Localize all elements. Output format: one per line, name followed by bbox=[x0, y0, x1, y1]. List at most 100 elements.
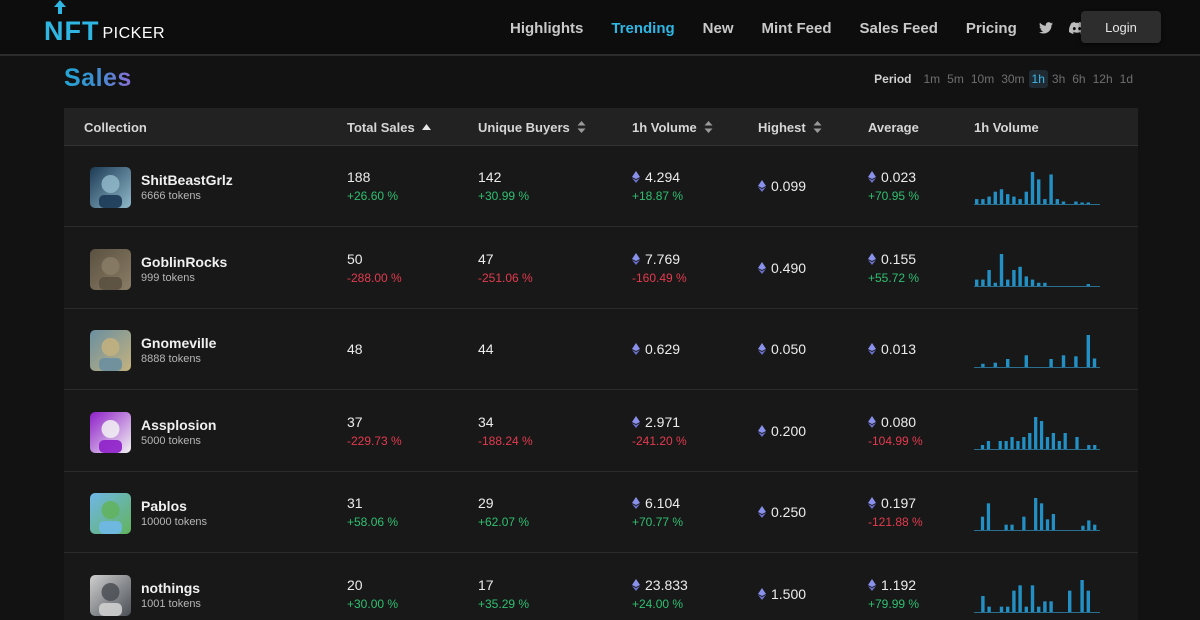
volume-value: 6.104 bbox=[632, 495, 683, 511]
cell-average: 0.013 bbox=[868, 341, 916, 357]
table-row[interactable]: GoblinRocks 999 tokens 50 -288.00 % 47 -251.0… bbox=[64, 228, 1138, 309]
collection-name[interactable]: Gnomeville bbox=[141, 335, 216, 351]
sparkline-bar bbox=[1030, 584, 1035, 612]
collection-info[interactable]: Gnomeville 8888 tokens bbox=[141, 335, 216, 365]
period-6h[interactable]: 6h bbox=[1069, 70, 1088, 88]
sparkline-bar bbox=[1037, 179, 1041, 204]
cell-sales: 188 +26.60 % bbox=[347, 169, 398, 203]
nav-trending[interactable]: Trending bbox=[597, 20, 688, 37]
collection-avatar[interactable] bbox=[90, 167, 131, 208]
sparkline-bar bbox=[1075, 436, 1079, 449]
collection-info[interactable]: nothings 1001 tokens bbox=[141, 580, 201, 610]
buyers-value: 44 bbox=[478, 341, 494, 357]
average-value: 0.080 bbox=[868, 414, 923, 430]
sort-toggle-icon[interactable] bbox=[813, 121, 822, 133]
sparkline-bar bbox=[981, 363, 985, 367]
volume-sparkline bbox=[974, 579, 1100, 613]
sort-toggle-icon[interactable] bbox=[577, 121, 586, 133]
col-header-highest[interactable]: Highest bbox=[758, 108, 822, 146]
table-row[interactable]: Pablos 10000 tokens 31 +58.06 % 29 +62.07 % 6.… bbox=[64, 472, 1138, 553]
col-header-total-sales[interactable]: Total Sales bbox=[347, 108, 431, 146]
collection-info[interactable]: Assplosion 5000 tokens bbox=[141, 417, 216, 447]
sales-change: -288.00 % bbox=[347, 270, 402, 285]
nav-mint-feed[interactable]: Mint Feed bbox=[748, 20, 846, 37]
sparkline-bar bbox=[1024, 355, 1029, 367]
collection-name[interactable]: Assplosion bbox=[141, 417, 216, 433]
sparkline-bar bbox=[980, 516, 985, 530]
sales-change: +58.06 % bbox=[347, 515, 399, 529]
collection-avatar[interactable] bbox=[90, 248, 131, 290]
sparkline-bar bbox=[1018, 266, 1022, 286]
eth-icon bbox=[758, 424, 766, 437]
cell-buyers: 44 bbox=[478, 341, 494, 357]
volume-value: 2.971 bbox=[632, 414, 687, 430]
period-label: Period bbox=[874, 72, 912, 86]
sparkline-bar bbox=[1018, 584, 1022, 612]
period-5m[interactable]: 5m bbox=[944, 70, 967, 88]
sparkline-bar bbox=[1022, 516, 1026, 530]
collection-avatar[interactable] bbox=[90, 330, 131, 371]
table-row[interactable]: ShitBeastGrlz 6666 tokens 188 +26.60 % 142 +3… bbox=[64, 146, 1138, 227]
sparkline-bar bbox=[1039, 420, 1044, 449]
eth-icon bbox=[632, 252, 640, 265]
cell-sales: 20 +30.00 % bbox=[347, 577, 398, 611]
col-collection-label: Collection bbox=[84, 119, 147, 135]
table-row[interactable]: Assplosion 5000 tokens 37 -229.73 % 34 -188.2… bbox=[64, 391, 1138, 472]
sort-toggle-icon[interactable] bbox=[704, 121, 713, 133]
period-3h[interactable]: 3h bbox=[1049, 70, 1068, 88]
logo-arrow-icon bbox=[54, 0, 66, 14]
buyers-text: 29 bbox=[478, 495, 494, 511]
period-12h[interactable]: 12h bbox=[1090, 70, 1116, 88]
sparkline-bar bbox=[1074, 356, 1078, 367]
col-header-1h-volume[interactable]: 1h Volume bbox=[632, 108, 713, 146]
period-1m[interactable]: 1m bbox=[921, 70, 944, 88]
sparkline-bar bbox=[1057, 440, 1061, 449]
cell-highest: 1.500 bbox=[758, 586, 806, 602]
collection-avatar[interactable] bbox=[90, 493, 131, 534]
collection-token-count: 8888 tokens bbox=[141, 353, 201, 365]
period-10m[interactable]: 10m bbox=[968, 70, 997, 88]
cell-buyers: 142 +30.99 % bbox=[478, 169, 529, 203]
table-row[interactable]: nothings 1001 tokens 20 +30.00 % 17 +35.29 % 2… bbox=[64, 554, 1138, 620]
collection-name[interactable]: Pablos bbox=[141, 498, 207, 514]
average-text: 0.197 bbox=[881, 495, 917, 511]
collection-info[interactable]: Pablos 10000 tokens bbox=[141, 498, 207, 528]
period-1h[interactable]: 1h bbox=[1028, 70, 1048, 88]
sparkline-bar bbox=[1024, 275, 1029, 286]
collection-avatar[interactable] bbox=[90, 411, 131, 453]
sparkline-bar bbox=[1087, 520, 1091, 530]
period-30m[interactable]: 30m bbox=[998, 70, 1027, 88]
nav-pricing[interactable]: Pricing bbox=[952, 20, 1031, 37]
cell-buyers: 29 +62.07 % bbox=[478, 495, 529, 529]
table-row[interactable]: Gnomeville 8888 tokens 48 44 0.629 0.050 0.013 bbox=[64, 309, 1138, 390]
collection-info[interactable]: ShitBeastGrlz 6666 tokens bbox=[141, 172, 233, 202]
col-header-unique-buyers[interactable]: Unique Buyers bbox=[478, 108, 586, 146]
buyers-value: 29 bbox=[478, 495, 529, 511]
collection-name[interactable]: ShitBeastGrlz bbox=[141, 172, 233, 188]
collection-info[interactable]: GoblinRocks 999 tokens bbox=[141, 254, 227, 284]
nftpicker-logo[interactable]: NFT PICKER bbox=[44, 0, 165, 46]
sparkline-bar bbox=[1037, 282, 1041, 286]
sort-asc-icon[interactable] bbox=[421, 124, 431, 130]
highest-value: 0.099 bbox=[758, 178, 806, 194]
col-volume-chart-label: 1h Volume bbox=[974, 119, 1039, 135]
sparkline-bar bbox=[1045, 519, 1050, 530]
average-value: 0.013 bbox=[868, 341, 916, 357]
volume-text: 4.294 bbox=[645, 169, 681, 185]
sparkline-bar bbox=[999, 253, 1004, 286]
collection-name[interactable]: GoblinRocks bbox=[141, 254, 227, 270]
nav-sales-feed[interactable]: Sales Feed bbox=[846, 20, 952, 37]
login-button[interactable]: Login bbox=[1081, 11, 1161, 43]
nav-highlights[interactable]: Highlights bbox=[496, 20, 597, 37]
buyers-text: 47 bbox=[478, 250, 494, 267]
buyers-change: +30.99 % bbox=[478, 189, 530, 203]
cell-highest: 0.200 bbox=[758, 423, 806, 439]
highest-text: 0.099 bbox=[771, 178, 807, 194]
collection-name[interactable]: nothings bbox=[141, 580, 201, 596]
twitter-icon[interactable] bbox=[1038, 22, 1053, 34]
sparkline-bar bbox=[993, 362, 998, 367]
period-1d[interactable]: 1d bbox=[1117, 70, 1136, 88]
collection-avatar[interactable] bbox=[90, 574, 131, 616]
buyers-change: -251.06 % bbox=[478, 270, 533, 285]
nav-new[interactable]: New bbox=[689, 20, 748, 37]
